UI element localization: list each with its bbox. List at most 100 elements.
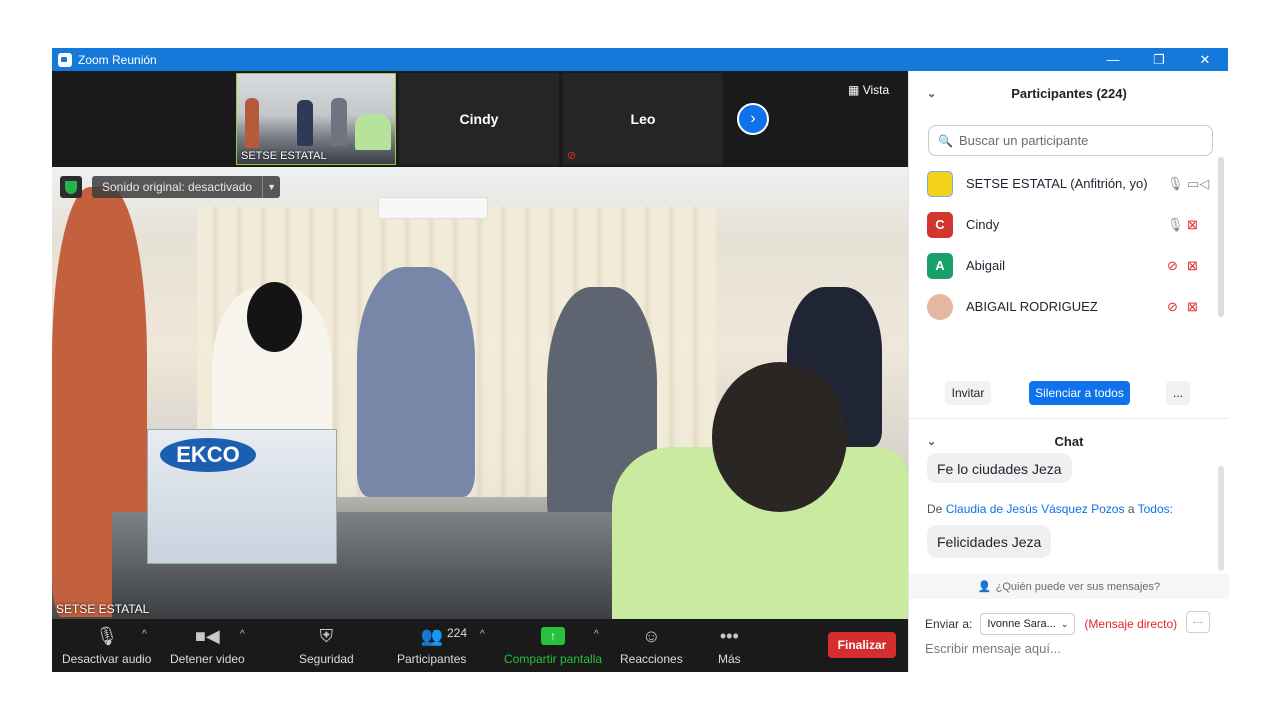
share-screen-icon: ↑	[541, 627, 566, 645]
chat-message-bubble: Fe lo ciudades Jeza	[927, 453, 1072, 483]
next-page-button[interactable]: ›	[737, 103, 769, 135]
person-shape	[245, 98, 259, 148]
stop-video-button[interactable]: ■◀ Detener video	[170, 625, 245, 667]
recipient-select[interactable]: Ivonne Sara... ⌄	[980, 613, 1076, 635]
participant-name: ABIGAIL RODRIGUEZ	[966, 299, 1098, 314]
chevron-down-icon: ⌄	[1060, 618, 1069, 629]
send-to-label: Enviar a:	[925, 617, 973, 631]
video-options-caret-icon[interactable]: ^	[240, 629, 245, 640]
avatar	[927, 170, 953, 197]
end-meeting-button[interactable]: Finalizar	[828, 632, 896, 658]
chat-message-meta: De Claudia de Jesús Vásquez Pozos a Todo…	[927, 502, 1173, 516]
close-button[interactable]: ✕	[1182, 48, 1228, 71]
participants-count: 224	[447, 626, 468, 640]
original-sound-label: Sonido original: desactivado	[102, 180, 253, 194]
divider	[909, 418, 1229, 419]
share-options-caret-icon[interactable]: ^	[594, 629, 599, 640]
participant-search-input[interactable]: 🔍 Buscar un participante	[928, 125, 1213, 156]
person-shape	[297, 100, 313, 146]
search-placeholder: Buscar un participante	[958, 133, 1089, 148]
original-sound-toggle[interactable]: Sonido original: desactivado ▼	[92, 176, 281, 198]
restore-button[interactable]: ❐	[1136, 48, 1182, 71]
person-shape	[355, 114, 391, 150]
speaker-name-label: SETSE ESTATAL	[56, 602, 150, 616]
share-screen-button[interactable]: ↑ Compartir pantalla	[504, 625, 602, 666]
from-prefix: De	[927, 502, 943, 516]
stop-video-label: Detener video	[170, 652, 245, 666]
microphone-icon: 🎙	[95, 625, 119, 646]
mute-audio-button[interactable]: 🎙 Desactivar audio	[62, 625, 151, 667]
participant-row[interactable]: SETSE ESTATAL (Anfitrión, yo) 🎙 ▭◁	[909, 163, 1229, 204]
who-can-see-messages[interactable]: 👤 ¿Quién puede ver sus mensajes?	[909, 574, 1229, 599]
chat-recipient[interactable]: Todos:	[1138, 502, 1173, 516]
view-label: Vista	[862, 83, 890, 97]
chat-message-bubble: Felicidades Jeza	[927, 525, 1052, 558]
to-word: a	[1127, 502, 1135, 516]
zoom-logo-icon	[58, 52, 72, 67]
audio-options-caret-icon[interactable]: ^	[142, 629, 147, 640]
thumbnail-leo[interactable]: Leo ⊘	[563, 73, 723, 165]
mic-muted-icon[interactable]: ⊘	[1167, 258, 1178, 274]
reactions-icon: ☺	[642, 625, 661, 646]
participant-name: SETSE ESTATAL (Anfitrión, yo)	[966, 176, 1148, 191]
meeting-toolbar: 🎙 Desactivar audio ^ ■◀ Detener video ^ …	[52, 619, 908, 672]
thumbnail-cindy[interactable]: Cindy	[399, 73, 559, 165]
more-button[interactable]: ••• Más	[718, 625, 741, 667]
participant-row[interactable]: C Cindy 🎙 ⊠	[909, 204, 1229, 245]
thumbnail-strip: SETSE ESTATAL Cindy Leo ⊘ › ▦ Vista	[52, 71, 908, 166]
person-hair	[247, 282, 302, 352]
thumbnail-setse-estatal[interactable]: SETSE ESTATAL	[236, 73, 396, 165]
who-can-see-label: ¿Quién puede ver sus mensajes?	[995, 580, 1161, 593]
encryption-shield-icon[interactable]	[60, 176, 82, 198]
reactions-label: Reacciones	[620, 652, 683, 666]
collapse-chat-chevron-icon[interactable]: ⌄	[927, 435, 936, 448]
share-screen-label: Compartir pantalla	[504, 652, 603, 666]
collapse-participants-chevron-icon[interactable]: ⌄	[927, 87, 936, 100]
chat-sender[interactable]: Claudia de Jesús Vásquez Pozos	[946, 502, 1125, 516]
avatar: C	[927, 211, 953, 238]
microphone-icon[interactable]: 🎙	[1167, 176, 1184, 192]
view-button[interactable]: ▦ Vista	[848, 83, 889, 97]
thumbnail-name: Cindy	[459, 111, 499, 127]
video-camera-icon[interactable]: ▭◁	[1187, 176, 1209, 192]
chat-scrollbar[interactable]	[1218, 466, 1224, 571]
mic-muted-icon[interactable]: ⊘	[1167, 299, 1178, 315]
participants-more-button[interactable]: ...	[1166, 381, 1190, 405]
person-shape	[331, 98, 347, 146]
security-button[interactable]: ⛨ Seguridad	[299, 625, 354, 667]
microphone-icon[interactable]: 🎙	[1167, 217, 1184, 233]
air-conditioner	[378, 197, 488, 219]
chat-more-button[interactable]: ···	[1186, 611, 1210, 633]
participants-options-caret-icon[interactable]: ^	[480, 629, 485, 640]
minimize-button[interactable]: —	[1090, 48, 1136, 71]
participant-name: Cindy	[966, 217, 1000, 232]
participant-name: Abigail	[966, 258, 1006, 273]
zoom-window: Zoom Reunión — ❐ ✕ SETSE ESTATAL Cindy L…	[52, 48, 1229, 672]
participant-row[interactable]: A Abigail ⊘ ⊠	[909, 245, 1229, 286]
thumbnail-label: SETSE ESTATAL	[241, 150, 327, 162]
person-man-center	[357, 267, 475, 497]
send-to-row: Enviar a: Ivonne Sara... ⌄ (Mensaje dire…	[925, 611, 1225, 637]
invite-button[interactable]: Invitar	[945, 381, 991, 405]
chevron-down-icon[interactable]: ▼	[262, 176, 280, 198]
more-label: Más	[718, 652, 741, 666]
chat-message-input[interactable]: Escribir mensaje aquí...	[925, 641, 1061, 656]
search-icon: 🔍	[938, 133, 953, 148]
video-camera-icon: ■◀	[195, 625, 220, 646]
box-brand: EKCO	[160, 438, 256, 472]
participants-scrollbar[interactable]	[1218, 157, 1224, 317]
more-dots-icon: •••	[719, 625, 739, 646]
security-label: Seguridad	[299, 652, 354, 666]
participants-title: Participantes (224)	[1011, 85, 1127, 101]
video-off-icon[interactable]: ⊠	[1187, 217, 1198, 233]
video-off-icon[interactable]: ⊠	[1187, 258, 1198, 274]
meeting-area: SETSE ESTATAL Cindy Leo ⊘ › ▦ Vista EKCO…	[52, 71, 908, 672]
chat-title: Chat	[1054, 433, 1084, 449]
direct-message-label: (Mensaje directo)	[1084, 617, 1178, 631]
participant-row[interactable]: ABIGAIL RODRIGUEZ ⊘ ⊠	[909, 286, 1229, 327]
user-shield-icon: 👤	[977, 581, 992, 593]
mute-all-button[interactable]: Silenciar a todos	[1029, 381, 1130, 405]
participants-icon: 👥	[420, 625, 443, 646]
video-off-icon[interactable]: ⊠	[1187, 299, 1198, 315]
reactions-button[interactable]: ☺ Reacciones	[620, 625, 683, 667]
